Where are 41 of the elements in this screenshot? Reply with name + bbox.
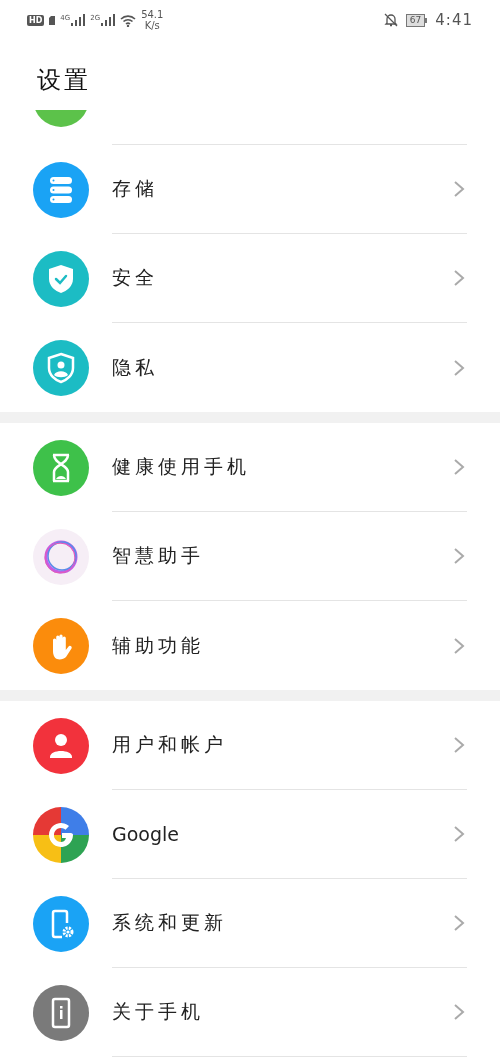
user-icon	[33, 717, 89, 774]
storage-icon	[33, 161, 89, 218]
chevron-icon	[453, 269, 465, 287]
ring-icon	[33, 528, 89, 585]
settings-item-label[interactable]: 智慧助手	[112, 543, 453, 569]
page-title: 设置	[37, 65, 92, 96]
settings-item-label[interactable]: 健康使用手机	[112, 454, 453, 480]
bell-muted-icon	[383, 13, 398, 27]
phone-settings-icon	[33, 895, 89, 952]
chevron-icon	[453, 736, 465, 754]
chevron-icon	[453, 358, 465, 377]
chevron-icon	[453, 547, 465, 565]
phone-info-icon	[33, 984, 89, 1041]
signal-icon	[71, 14, 86, 26]
shield-person-icon	[33, 339, 89, 396]
settings-item-label[interactable]: 安全	[112, 265, 453, 291]
wifi-icon	[120, 13, 137, 27]
chevron-icon	[453, 180, 465, 198]
hd-badge: HD	[27, 14, 45, 26]
settings-item-label[interactable]: 辅助功能	[112, 632, 453, 659]
battery-level: 67	[405, 13, 426, 27]
settings-item-label[interactable]: 关于手机	[112, 999, 453, 1025]
settings-item-label[interactable]: 用户和帐户	[112, 732, 453, 758]
settings-item-label[interactable]: 隐私	[112, 354, 453, 381]
chevron-icon	[453, 636, 465, 655]
sim-icon	[49, 15, 56, 25]
settings-item-label[interactable]: 存储	[112, 176, 453, 202]
hand-icon	[33, 617, 89, 674]
speed-unit: K/s	[144, 20, 160, 31]
shield-check-icon	[33, 250, 89, 307]
settings-item-label[interactable]: 系统和更新	[112, 910, 453, 936]
network-speed: 54.1	[141, 9, 164, 20]
chevron-icon	[453, 458, 465, 476]
hourglass-icon	[33, 439, 89, 496]
chevron-icon	[453, 914, 465, 932]
settings-item-label[interactable]: Google	[112, 823, 453, 845]
google-icon	[33, 806, 89, 863]
signal-icon	[101, 14, 116, 26]
clock: 4:41	[435, 11, 473, 29]
chevron-icon	[453, 825, 465, 843]
chevron-icon	[453, 1003, 465, 1021]
